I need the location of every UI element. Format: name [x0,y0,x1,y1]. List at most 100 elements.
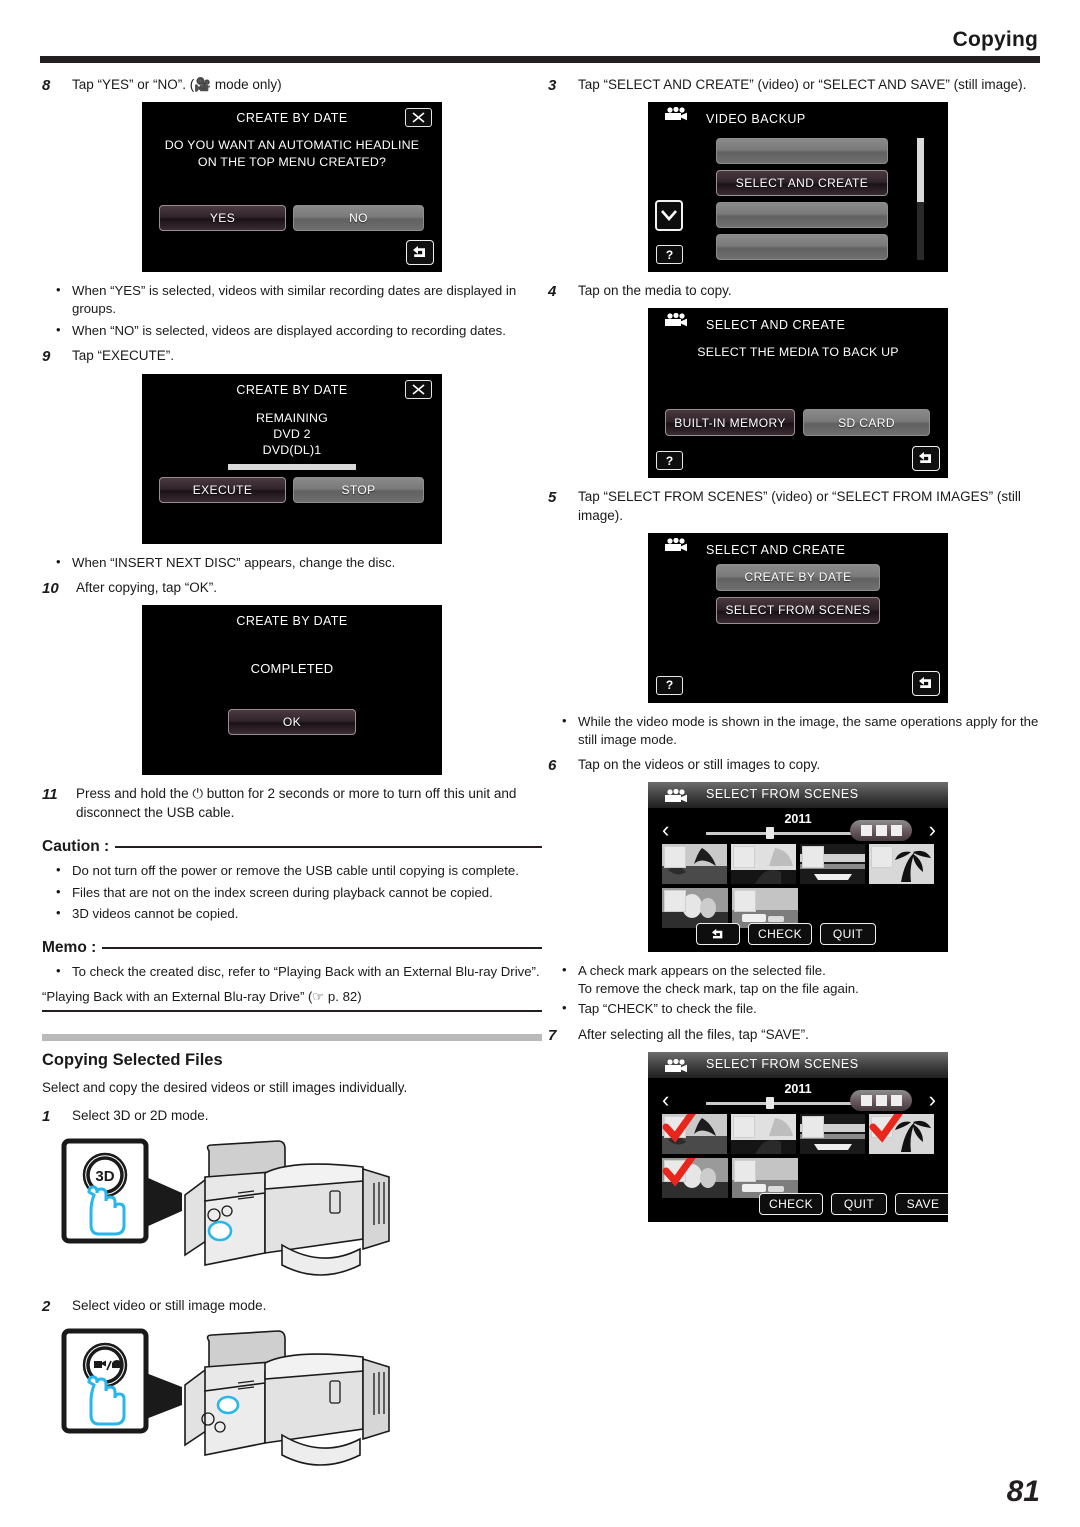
view-mode-toggle[interactable] [850,820,912,842]
check-button[interactable]: CHECK [748,923,813,946]
step-4-text: Tap on the media to copy. [578,283,732,299]
help-question-icon[interactable]: ? [656,245,683,265]
step-9: 9 Tap “EXECUTE”. [42,347,542,365]
step-3: 3 Tap “SELECT AND CREATE” (video) or “SE… [548,76,1048,94]
caution-label: Caution : [42,837,110,855]
select-from-scenes-button[interactable]: SELECT FROM SCENES [716,596,880,624]
file-checkbox[interactable] [733,1115,755,1138]
screen-select-media: SELECT AND CREATE SELECT THE MEDIA TO BA… [648,308,948,479]
screen-select-and-create: SELECT AND CREATE CREATE BY DATE SELECT … [648,532,948,703]
step-4: 4 Tap on the media to copy. [548,282,1048,300]
quit-button[interactable]: QUIT [831,1192,888,1215]
step-9-number: 9 [42,348,51,366]
file-checkbox[interactable] [664,890,686,913]
video-camera-icon [664,107,688,125]
step-11: 11 Press and hold the ⏻ button for 2 sec… [42,785,542,821]
thumbnail-item[interactable] [731,1113,796,1154]
step-11-number: 11 [42,786,58,804]
caution-rule [115,845,542,848]
year-slider-knob[interactable] [766,1096,774,1109]
check-mark-icon [662,1113,696,1143]
yes-button[interactable]: YES [159,205,286,232]
year-slider-track[interactable] [706,1101,856,1105]
file-checkbox[interactable] [734,890,756,913]
sd-card-button[interactable]: SD CARD [803,409,930,437]
scrollbar-thumb[interactable] [917,138,924,203]
screen-title: CREATE BY DATE [236,382,348,397]
step-5-text: Tap “SELECT FROM SCENES” (video) or “SEL… [578,489,1021,523]
view-mode-cell [875,1094,887,1106]
view-mode-toggle[interactable] [850,1089,912,1111]
file-checkbox[interactable] [664,846,686,869]
thumbnail-item[interactable] [662,844,727,885]
left-column: 8 Tap “YES” or “NO”. (🎥 mode only) CREAT… [42,76,542,1487]
save-button[interactable]: SAVE [895,1192,948,1215]
memo-heading: Memo : [42,939,542,957]
button-label-3d: 3D [95,1168,114,1185]
camcorder-3d-svg: 3D [61,1138,390,1276]
thumbnail-grid [662,1113,934,1202]
return-arrow-icon[interactable] [912,446,940,472]
step-1-number: 1 [42,1107,51,1125]
step-7: 7 After selecting all the files, tap “SA… [548,1026,1048,1044]
menu-item-3[interactable] [716,202,888,229]
execute-button[interactable]: EXECUTE [159,476,286,503]
thumbnail-item[interactable] [869,844,934,885]
year-slider-knob[interactable] [766,827,774,840]
help-question-icon[interactable]: ? [656,451,683,471]
menu-item-select-and-create[interactable]: SELECT AND CREATE [716,170,888,197]
thumbnail-item[interactable] [800,844,865,885]
file-checkbox[interactable] [734,1159,756,1182]
cross-reference[interactable]: “Playing Back with an External Blu-ray D… [42,989,542,1012]
check-button[interactable]: CHECK [759,1192,824,1215]
file-checkbox[interactable] [871,846,893,869]
no-button[interactable]: NO [293,205,424,232]
menu-item-4[interactable] [716,234,888,261]
help-question-icon[interactable]: ? [656,675,683,695]
screen-create-by-date-progress: CREATE BY DATE REMAINING DVD 2 DVD(DL)1 … [142,373,442,544]
thumbnail-item[interactable] [662,1157,728,1198]
remaining-dvd: DVD 2 [273,426,311,441]
check-mark-icon [869,1113,903,1143]
step-2: 2 Select video or still image mode. [42,1297,542,1315]
chevron-down-glyph [661,210,677,222]
thumbnail-item[interactable] [662,1113,727,1154]
file-checkbox[interactable] [733,846,755,869]
file-checkbox[interactable] [802,846,824,869]
back-button[interactable] [696,923,740,946]
section-lead: Select and copy the desired videos or st… [42,1079,408,1095]
chevron-down-icon[interactable] [655,200,683,232]
return-arrow-icon[interactable] [406,240,434,266]
scrollbar[interactable] [917,138,924,261]
thumbnail-row [662,888,934,929]
built-in-memory-button[interactable]: BUILT-IN MEMORY [665,409,795,437]
thumbnail-item[interactable] [800,1113,865,1154]
step-8-number: 8 [42,77,51,94]
thumbnail-item[interactable] [732,1157,798,1198]
caution-list: Do not turn off the power or remove the … [42,861,542,923]
return-arrow-icon[interactable] [912,670,940,696]
close-x-icon[interactable] [405,379,432,399]
thumbnail-item[interactable] [869,1113,934,1154]
close-x-icon[interactable] [405,108,432,128]
step-1-text: Select 3D or 2D mode. [72,1107,209,1123]
screen-create-by-date-confirm: CREATE BY DATE DO YOU WANT AN AUTOMATIC … [142,102,442,273]
return-arrow-glyph [413,246,425,258]
file-checkbox[interactable] [802,1115,824,1138]
ok-button[interactable]: OK [228,709,356,736]
menu-item-1[interactable] [716,138,888,165]
year-slider-track[interactable] [706,832,856,836]
section-title: Copying Selected Files [42,1050,223,1069]
thumbnail-item[interactable] [732,888,798,929]
video-camera-icon [664,1058,688,1077]
quit-button[interactable]: QUIT [820,923,877,946]
section-divider-bar [42,1033,542,1041]
stop-button[interactable]: STOP [293,476,424,503]
thumbnail-item[interactable] [731,844,796,885]
list-item: A check mark appears on the selected fil… [548,961,1048,997]
view-mode-cell [860,825,872,837]
thumbnail-item[interactable] [662,888,728,929]
create-by-date-button[interactable]: CREATE BY DATE [716,563,880,591]
screen-video-backup: VIDEO BACKUP SELECT AND CREATE ? [648,102,948,273]
bullets-after-step-8: When “YES” is selected, videos with simi… [42,281,542,339]
